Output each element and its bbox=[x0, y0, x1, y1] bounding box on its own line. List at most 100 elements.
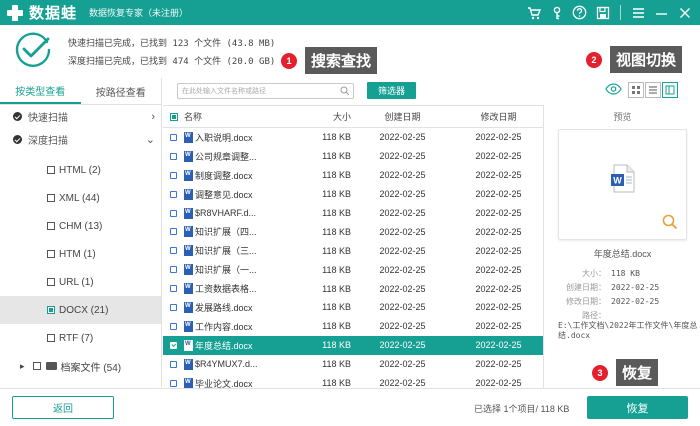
table-row[interactable]: 工资数据表格... 118 KB 2022-02-25 2022-02-25 bbox=[163, 279, 543, 298]
checkbox[interactable] bbox=[47, 278, 55, 286]
search-icon[interactable] bbox=[340, 86, 350, 98]
chevron-down-icon[interactable]: ⌄ bbox=[146, 133, 155, 146]
detail-view-icon[interactable] bbox=[662, 82, 678, 98]
file-type-chm[interactable]: CHM (13) bbox=[0, 212, 161, 240]
file-created: 2022-02-25 bbox=[379, 359, 426, 370]
table-row[interactable]: 发展路线.docx 118 KB 2022-02-25 2022-02-25 bbox=[163, 298, 543, 317]
app-subtitle: 数据恢复专家（未注册） bbox=[89, 8, 189, 18]
header-modified[interactable]: 修改日期 bbox=[454, 110, 543, 123]
header-name[interactable]: 名称 bbox=[184, 110, 273, 123]
row-checkbox[interactable] bbox=[170, 379, 177, 387]
callout-number: 1 bbox=[281, 52, 297, 69]
checkbox[interactable] bbox=[47, 194, 55, 202]
table-row[interactable]: 制度调整.docx 118 KB 2022-02-25 2022-02-25 bbox=[163, 166, 543, 185]
table-row[interactable]: $R8VHARF.d... 118 KB 2022-02-25 2022-02-25 bbox=[163, 204, 543, 223]
archive-icon bbox=[45, 362, 57, 370]
file-created: 2022-02-25 bbox=[379, 132, 426, 143]
tab-by-path[interactable]: 按路径查看 bbox=[81, 78, 162, 104]
table-row[interactable]: 毕业论文.docx 118 KB 2022-02-25 2022-02-25 bbox=[163, 374, 543, 388]
row-checkbox[interactable] bbox=[170, 133, 177, 141]
file-type-docx[interactable]: DOCX (21) bbox=[0, 296, 161, 324]
deep-scan-row[interactable]: 深度扫描 ⌄ bbox=[0, 128, 161, 151]
file-size: 118 KB bbox=[322, 264, 351, 275]
checkbox[interactable] bbox=[47, 166, 55, 174]
row-checkbox[interactable] bbox=[170, 303, 177, 311]
save-icon[interactable] bbox=[593, 3, 612, 22]
eye-icon[interactable] bbox=[605, 82, 622, 98]
chevron-right-icon[interactable]: › bbox=[151, 111, 155, 123]
row-checkbox[interactable] bbox=[170, 360, 177, 368]
table-row[interactable]: 知识扩展（三... 118 KB 2022-02-25 2022-02-25 bbox=[163, 241, 543, 260]
file-type-url[interactable]: URL (1) bbox=[0, 268, 161, 296]
table-row[interactable]: 入职说明.docx 118 KB 2022-02-25 2022-02-25 bbox=[163, 128, 543, 147]
word-file-icon bbox=[184, 377, 193, 388]
recover-button[interactable]: 恢复 bbox=[587, 396, 688, 419]
grid-view-icon[interactable] bbox=[628, 82, 644, 98]
search-input[interactable]: 在此处输入文件名称或路径 bbox=[177, 83, 354, 99]
help-icon[interactable] bbox=[570, 3, 589, 22]
file-created: 2022-02-25 bbox=[379, 283, 426, 294]
checkbox[interactable] bbox=[47, 334, 55, 342]
file-modified: 2022-02-25 bbox=[475, 302, 522, 313]
archive-files-row[interactable]: ▸ 档案文件 (54) bbox=[0, 352, 161, 380]
file-name: 发展路线.docx bbox=[195, 302, 253, 313]
file-created: 2022-02-25 bbox=[379, 378, 426, 388]
close-icon[interactable] bbox=[675, 3, 694, 22]
word-file-icon bbox=[184, 264, 193, 276]
minimize-icon[interactable] bbox=[652, 3, 671, 22]
filter-button[interactable]: 筛选器 bbox=[367, 82, 416, 99]
expand-arrow-icon[interactable]: ▸ bbox=[20, 361, 25, 372]
file-size: 118 KB bbox=[322, 208, 351, 218]
file-type-rtf[interactable]: RTF (7) bbox=[0, 324, 161, 352]
file-created: 2022-02-25 bbox=[379, 321, 426, 332]
file-size: 118 KB bbox=[322, 151, 351, 162]
back-button[interactable]: 返回 bbox=[12, 396, 114, 419]
row-checkbox[interactable] bbox=[170, 266, 177, 274]
word-file-icon bbox=[184, 320, 193, 332]
file-created: 2022-02-25 bbox=[379, 151, 426, 162]
check-icon bbox=[13, 135, 22, 144]
view-switcher bbox=[605, 82, 678, 98]
table-row[interactable]: 公司规章调整... 118 KB 2022-02-25 2022-02-25 bbox=[163, 147, 543, 166]
zoom-icon[interactable] bbox=[662, 214, 678, 233]
key-icon[interactable] bbox=[547, 3, 566, 22]
table-row[interactable]: 工作内容.docx 118 KB 2022-02-25 2022-02-25 bbox=[163, 317, 543, 336]
word-doc-icon: W bbox=[611, 164, 635, 193]
row-checkbox[interactable] bbox=[170, 247, 177, 255]
row-checkbox[interactable] bbox=[170, 209, 177, 217]
row-checkbox[interactable] bbox=[170, 341, 177, 349]
table-row[interactable]: 知识扩展（四... 118 KB 2022-02-25 2022-02-25 bbox=[163, 222, 543, 241]
file-type-xml[interactable]: XML (44) bbox=[0, 184, 161, 212]
file-modified: 2022-02-25 bbox=[475, 264, 522, 275]
table-row[interactable]: 年度总结.docx 118 KB 2022-02-25 2022-02-25 bbox=[163, 335, 543, 355]
checkbox[interactable] bbox=[47, 306, 55, 314]
row-checkbox[interactable] bbox=[170, 171, 177, 179]
select-all-checkbox[interactable] bbox=[169, 112, 178, 121]
row-checkbox[interactable] bbox=[170, 190, 177, 198]
table-header: 名称 大小 创建日期 修改日期 bbox=[163, 105, 543, 128]
word-file-icon bbox=[184, 358, 193, 370]
row-checkbox[interactable] bbox=[170, 285, 177, 293]
quick-scan-row[interactable]: 快速扫描 › bbox=[0, 105, 161, 128]
row-checkbox[interactable] bbox=[170, 152, 177, 160]
file-type-label: HTM (1) bbox=[59, 248, 96, 260]
header-created[interactable]: 创建日期 bbox=[351, 110, 454, 123]
table-row[interactable]: 知识扩展（一... 118 KB 2022-02-25 2022-02-25 bbox=[163, 260, 543, 279]
table-row[interactable]: $R4YMUX7.d... 118 KB 2022-02-25 2022-02-25 bbox=[163, 355, 543, 374]
word-file-icon bbox=[184, 150, 193, 162]
file-type-html[interactable]: HTML (2) bbox=[0, 156, 161, 184]
row-checkbox[interactable] bbox=[170, 322, 177, 330]
header-size[interactable]: 大小 bbox=[273, 110, 351, 123]
checkbox[interactable] bbox=[32, 362, 41, 370]
menu-icon[interactable] bbox=[629, 3, 648, 22]
checkbox[interactable] bbox=[47, 250, 55, 258]
list-view-icon[interactable] bbox=[645, 82, 661, 98]
file-modified: 2022-02-25 bbox=[475, 245, 522, 256]
cart-icon[interactable] bbox=[524, 3, 543, 22]
file-type-htm[interactable]: HTM (1) bbox=[0, 240, 161, 268]
checkbox[interactable] bbox=[47, 222, 55, 230]
table-row[interactable]: 调整意见.docx 118 KB 2022-02-25 2022-02-25 bbox=[163, 185, 543, 204]
file-name: 公司规章调整... bbox=[195, 151, 257, 162]
row-checkbox[interactable] bbox=[170, 228, 177, 236]
tab-by-type[interactable]: 按类型查看 bbox=[0, 78, 81, 104]
